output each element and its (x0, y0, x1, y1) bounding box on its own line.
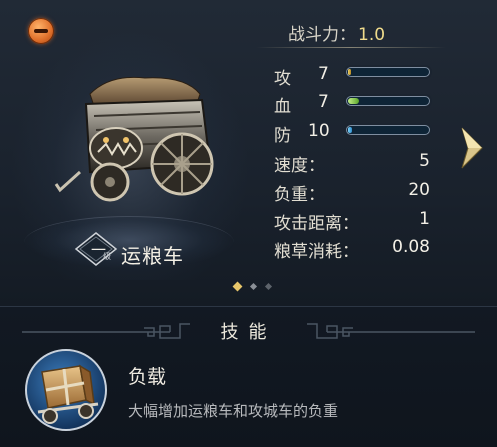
minus-icon[interactable] (28, 18, 54, 44)
stat-value: 5 (419, 151, 430, 171)
attack-bar-fill (348, 69, 351, 75)
divider (256, 47, 446, 48)
hp-bar-fill (348, 98, 359, 104)
stat-value: 20 (408, 180, 430, 200)
loaded-crate-icon[interactable] (24, 348, 108, 432)
defense-bar (346, 125, 430, 135)
hp-bar (346, 96, 430, 106)
stat-value: 1 (419, 209, 430, 229)
combat-power-label: 战斗力： (288, 25, 356, 45)
level-suffix: 级 (103, 251, 111, 261)
stat-food-consumption: 粮草消耗： 0.08 (274, 237, 434, 262)
stat-load: 负重： 20 (274, 180, 434, 205)
combat-power-value: 1.0 (358, 25, 386, 45)
stat-label: 攻 (274, 69, 291, 89)
stat-value: 7 (318, 64, 329, 84)
stat-label: 防 (274, 126, 291, 146)
page-dot-active[interactable] (232, 281, 243, 292)
stat-label: 血 (274, 97, 291, 117)
combat-power: 战斗力： 1.0 (288, 20, 386, 45)
grain-cart-image (54, 76, 214, 202)
diamond-icon: 一 级 (74, 232, 118, 266)
stat-label: 负重： (274, 185, 325, 205)
page-dot[interactable] (249, 282, 258, 291)
page-indicator (232, 281, 273, 292)
attack-bar (346, 67, 430, 77)
stat-value: 10 (308, 121, 330, 141)
skill-name: 负载 (128, 366, 167, 388)
stat-label: 粮草消耗： (274, 242, 359, 262)
unit-name: 运粮车 (121, 244, 184, 268)
stat-label: 攻击距离： (274, 214, 359, 234)
page-dot[interactable] (264, 282, 273, 291)
stat-value: 0.08 (392, 237, 430, 257)
stat-attack-range: 攻击距离： 1 (274, 209, 434, 234)
skill-description: 大幅增加运粮车和攻城车的负重 (128, 402, 339, 420)
skill-header: 技能 (220, 322, 277, 343)
stat-label: 速度： (274, 156, 325, 176)
stat-value: 7 (318, 92, 329, 112)
chevron-right-icon[interactable] (458, 126, 484, 170)
defense-bar-fill (348, 127, 352, 133)
stat-speed: 速度： 5 (274, 151, 434, 176)
